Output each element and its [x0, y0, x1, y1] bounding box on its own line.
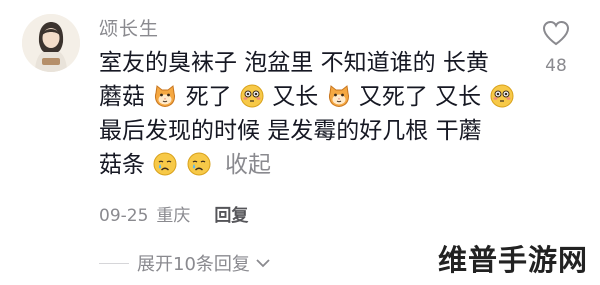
expand-replies-label[interactable]: 展开10条回复: [137, 250, 250, 276]
like-button[interactable]: 48: [533, 20, 579, 76]
comment-text-segment: 死了: [185, 84, 232, 110]
watermark: 维普手游网: [437, 243, 588, 277]
avatar[interactable]: [22, 14, 80, 72]
comment-text-segment: 又长: [272, 84, 319, 110]
comment-line: 蘑菇 死了 又长 又死了 又长: [99, 80, 519, 114]
like-count: 48: [545, 56, 567, 76]
avatar-image: [22, 14, 80, 72]
comment-line: 菇条 收起: [99, 148, 519, 182]
comment-text-segment: 最后发现的时候 是发霉的好几根 干蘑: [99, 118, 482, 144]
collapse-link[interactable]: 收起: [225, 152, 271, 178]
expand-replies[interactable]: 展开10条回复: [99, 250, 270, 276]
comment-meta: 09-25 重庆 回复: [99, 201, 248, 226]
comment-username[interactable]: 颂长生: [99, 14, 159, 41]
comment-text-segment: 室友的臭袜子 泡盆里 不知道谁的 长黄: [99, 50, 489, 76]
comment-text-segment: 菇条: [99, 152, 145, 178]
comment-text-segment: 蘑菇: [99, 84, 145, 110]
heart-icon[interactable]: [542, 20, 570, 46]
chevron-down-icon[interactable]: [256, 258, 270, 268]
cat-face-emoji-icon: [155, 85, 176, 107]
comment-text: 室友的臭袜子 泡盆里 不知道谁的 长黄 蘑菇 死了 又长 又死了 又长 最后发现…: [99, 46, 519, 182]
comment-line: 最后发现的时候 是发霉的好几根 干蘑: [99, 114, 519, 148]
comment-text-segment: 又死了 又长: [358, 84, 482, 110]
crying-face-emoji-icon: [153, 152, 177, 176]
reply-button[interactable]: 回复: [214, 206, 248, 226]
comment-line: 室友的臭袜子 泡盆里 不知道谁的 长黄: [99, 46, 519, 80]
comment-date: 09-25: [99, 206, 149, 226]
divider: [99, 262, 129, 264]
comment-location: 重庆: [156, 206, 191, 226]
crying-face-emoji-icon: [187, 152, 211, 176]
flushed-face-emoji-icon: [240, 84, 264, 108]
flushed-face-emoji-icon: [490, 84, 513, 108]
cat-face-emoji-icon: [328, 85, 349, 107]
